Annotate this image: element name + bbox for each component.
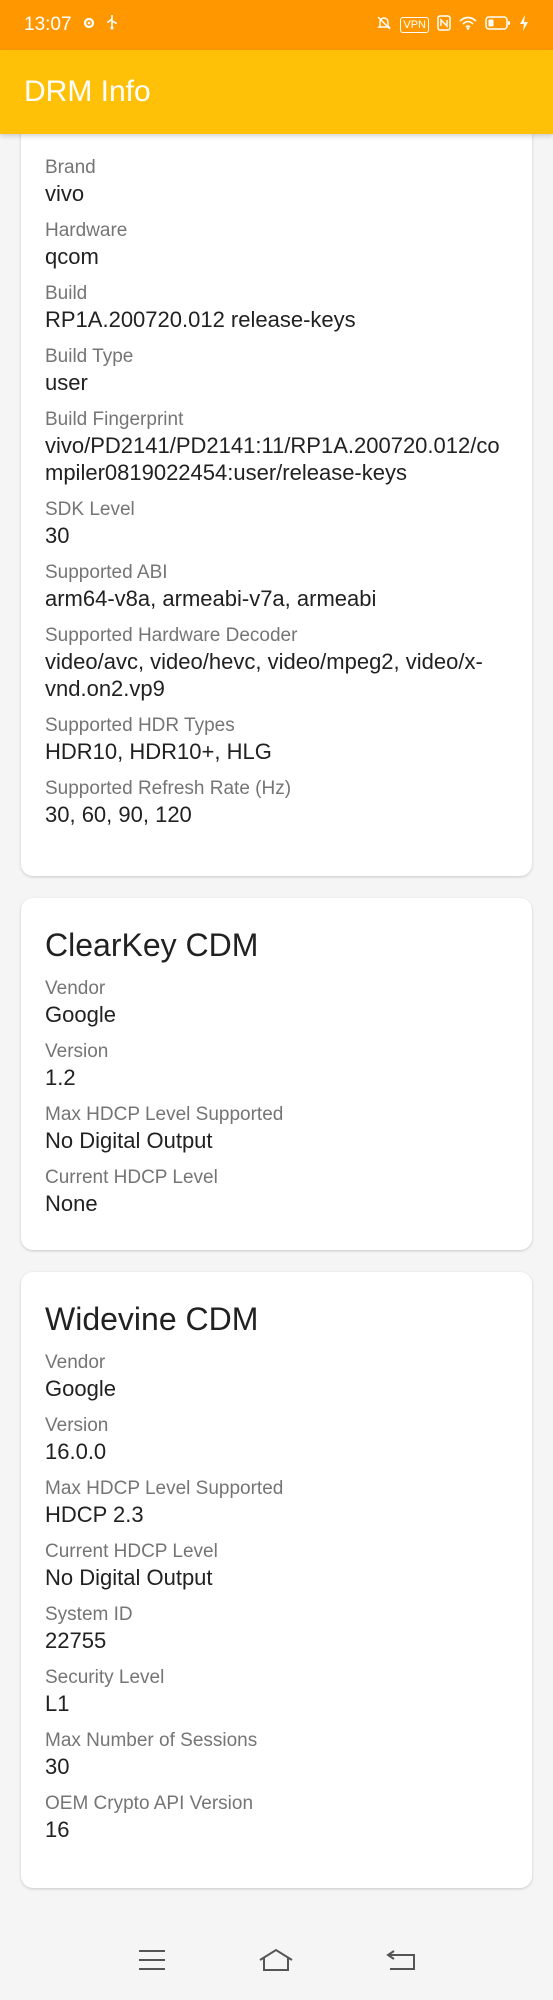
field-label: Supported ABI (45, 562, 168, 583)
field-label: Brand (45, 157, 96, 178)
device-info-card: —— ——— Brand vivo Hardware qcom Build RP1A.20… (21, 134, 532, 876)
info-field: SDK Level 30 (45, 498, 508, 549)
field-value: 30 (45, 1754, 70, 1779)
info-field: Hardware qcom (45, 219, 508, 270)
status-bar-right: VPN (376, 15, 529, 35)
info-field: Version 1.2 (45, 1040, 508, 1091)
info-field: Supported Hardware Decoder video/avc, vid… (45, 624, 508, 702)
info-field: Max HDCP Level Supported HDCP 2.3 (45, 1477, 508, 1528)
field-value: arm64-v8a, armeabi-v7a, armeabi (45, 586, 377, 611)
home-button[interactable] (256, 1942, 296, 1982)
field-label: Build Type (45, 346, 134, 367)
menu-icon (138, 1949, 166, 1976)
field-value: 30 (45, 523, 70, 548)
field-label: Build Fingerprint (45, 409, 184, 430)
usb-icon (106, 14, 118, 36)
field-label: Build (45, 283, 88, 304)
field-label: Current HDCP Level (45, 1541, 218, 1562)
widevine-cdm-card: Widevine CDM Vendor Google Version 16.0.0 Ma… (21, 1272, 532, 1888)
clearkey-card-title: ClearKey CDM (45, 927, 259, 963)
content-scroll-area[interactable]: —— ——— Brand vivo Hardware qcom Build RP1A.20… (0, 134, 553, 1924)
field-value: 1.2 (45, 1065, 76, 1090)
field-value: HDCP 2.3 (45, 1502, 144, 1527)
wifi-icon (459, 16, 477, 34)
info-field: Current HDCP Level No Digital Output (45, 1540, 508, 1591)
field-value: No Digital Output (45, 1565, 213, 1590)
info-field: Build RP1A.200720.012 release-keys (45, 282, 508, 333)
info-field: Max Number of Sessions 30 (45, 1729, 508, 1780)
field-value: user (45, 370, 88, 395)
battery-icon (485, 16, 511, 34)
field-label: SDK Level (45, 499, 135, 520)
field-value: 22755 (45, 1628, 107, 1653)
status-bar-left: 13:07 (24, 14, 118, 36)
widevine-card-title: Widevine CDM (45, 1301, 259, 1337)
navigation-bar (0, 1924, 553, 2000)
field-label: Supported Hardware Decoder (45, 625, 298, 646)
field-label: Supported Refresh Rate (Hz) (45, 778, 292, 799)
field-value: vivo/PD2141/PD2141:11/RP1A.200720.012/co… (45, 433, 500, 485)
field-value: L1 (45, 1691, 70, 1716)
field-label: Version (45, 1415, 109, 1436)
field-label: Supported HDR Types (45, 715, 235, 736)
field-label: Security Level (45, 1667, 165, 1688)
field-value: None (45, 1191, 98, 1216)
back-icon (386, 1949, 416, 1976)
info-field: Supported HDR Types HDR10, HDR10+, HLG (45, 714, 508, 765)
info-field: System ID 22755 (45, 1603, 508, 1654)
info-field: Current HDCP Level None (45, 1166, 508, 1217)
menu-button[interactable] (132, 1942, 172, 1982)
field-label: System ID (45, 1604, 133, 1625)
field-value: 30, 60, 90, 120 (45, 802, 192, 827)
charging-icon (519, 15, 529, 35)
info-field: Supported Refresh Rate (Hz) 30, 60, 90, 1… (45, 777, 508, 828)
info-field: Brand vivo (45, 156, 508, 207)
app-bar: DRM Info (0, 50, 553, 134)
clearkey-cdm-card: ClearKey CDM Vendor Google Version 1.2 Max H… (21, 898, 532, 1250)
info-field: Vendor Google (45, 977, 508, 1028)
field-value: Google (45, 1376, 116, 1401)
field-value: 16.0.0 (45, 1439, 107, 1464)
field-value: qcom (45, 244, 99, 269)
info-field: Version 16.0.0 (45, 1414, 508, 1465)
field-label: Vendor (45, 1352, 106, 1373)
field-label: Version (45, 1041, 109, 1062)
info-field: OEM Crypto API Version 16 (45, 1792, 508, 1843)
field-value: RP1A.200720.012 release-keys (45, 307, 356, 332)
back-button[interactable] (381, 1942, 421, 1982)
mute-icon (376, 15, 392, 35)
info-field: Security Level L1 (45, 1666, 508, 1717)
field-label: Max HDCP Level Supported (45, 1478, 284, 1499)
app-title: DRM Info (24, 75, 151, 108)
field-label: Max HDCP Level Supported (45, 1104, 284, 1125)
device-info-partial-header: —— ——— (45, 134, 225, 138)
field-label: Max Number of Sessions (45, 1730, 258, 1751)
field-value: vivo (45, 181, 85, 206)
status-bar: 13:07 VPN (0, 0, 553, 50)
field-label: Current HDCP Level (45, 1167, 218, 1188)
vpn-badge: VPN (400, 17, 429, 33)
info-field: Vendor Google (45, 1351, 508, 1402)
status-time: 13:07 (24, 14, 72, 35)
info-field: Build Type user (45, 345, 508, 396)
settings-gear-icon (82, 14, 96, 36)
field-label: Hardware (45, 220, 128, 241)
info-field: Supported ABI arm64-v8a, armeabi-v7a, arm… (45, 561, 508, 612)
field-value: HDR10, HDR10+, HLG (45, 739, 272, 764)
field-value: No Digital Output (45, 1128, 213, 1153)
field-value: video/avc, video/hevc, video/mpeg2, vide… (45, 649, 483, 701)
info-field: Build Fingerprint vivo/PD2141/PD2141:11/R… (45, 408, 508, 486)
home-icon (258, 1948, 294, 1977)
info-field: Max HDCP Level Supported No Digital Outpu… (45, 1103, 508, 1154)
nfc-icon (437, 15, 451, 35)
field-label: OEM Crypto API Version (45, 1793, 254, 1814)
field-value: 16 (45, 1817, 70, 1842)
field-label: Vendor (45, 978, 106, 999)
field-value: Google (45, 1002, 116, 1027)
